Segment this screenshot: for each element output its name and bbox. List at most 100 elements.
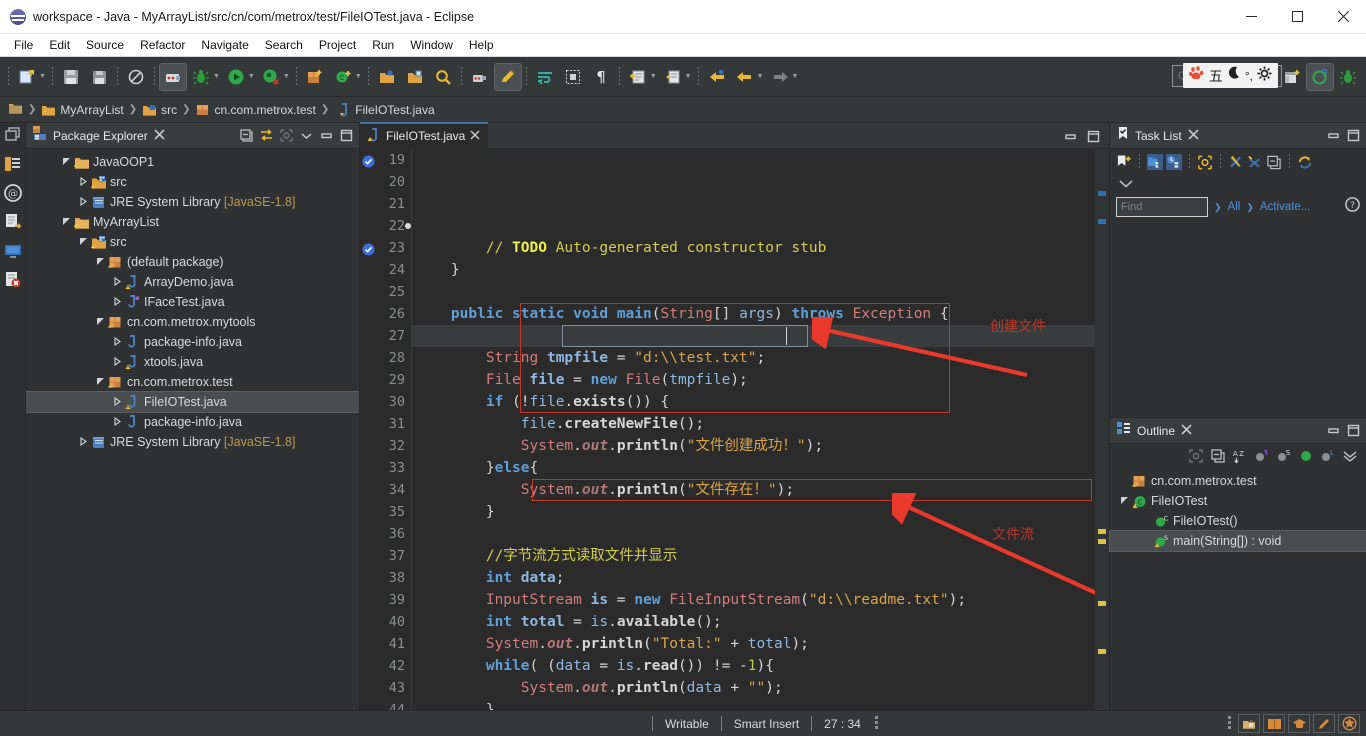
task-activate-link[interactable]: Activate... [1260, 201, 1311, 213]
line-number-22[interactable]: 22 [360, 215, 411, 237]
editor-overview-ruler[interactable] [1095, 149, 1109, 710]
tree-expand-arrow-icon[interactable] [1118, 496, 1131, 507]
tree-expand-arrow-icon[interactable] [94, 317, 107, 328]
lock-icon[interactable] [1238, 714, 1260, 733]
line-number-36[interactable]: 36 [360, 523, 411, 545]
filter-complete-icon[interactable] [1228, 154, 1244, 170]
filter-priority-icon[interactable] [1247, 154, 1263, 170]
previous-annotation-icon[interactable] [660, 64, 686, 90]
overview-marker-todo[interactable] [1098, 529, 1106, 534]
outline-item-main-string-void[interactable]: Smain(String[]) : void [1109, 530, 1366, 552]
pencil-icon[interactable] [1313, 714, 1335, 733]
maximize-editor-icon[interactable] [1085, 128, 1101, 144]
breadcrumb-root-icon[interactable] [8, 101, 23, 118]
hide-local-icon[interactable]: L [1320, 448, 1336, 464]
link-with-editor-icon[interactable] [258, 128, 274, 144]
edit-pencil-icon[interactable] [493, 62, 522, 91]
tree-item-jre-system-library[interactable]: JRE System Library [JavaSE-1.8] [26, 432, 359, 452]
external-tools-icon[interactable] [158, 62, 187, 91]
line-number-28[interactable]: 28 [360, 347, 411, 369]
status-drag-handle[interactable] [874, 716, 878, 731]
code-line-40[interactable]: } [416, 699, 1095, 710]
open-type-icon[interactable] [374, 64, 400, 90]
overview-marker-todo[interactable] [1098, 601, 1106, 606]
maximize-icon[interactable] [338, 128, 354, 144]
tree-item-arraydemo-java[interactable]: ArrayDemo.java [26, 272, 359, 292]
tree-expand-arrow-icon[interactable] [111, 416, 124, 428]
line-number-25[interactable]: 25 [360, 281, 411, 303]
tree-item-myarraylist[interactable]: MyArrayList [26, 212, 359, 232]
menu-item-edit[interactable]: Edit [41, 36, 78, 54]
forward-history-icon[interactable] [732, 64, 758, 90]
line-number-29[interactable]: 29 [360, 369, 411, 391]
line-number-41[interactable]: 41 [360, 633, 411, 655]
java-perspective-icon[interactable] [1306, 63, 1334, 91]
breadcrumb-item-project[interactable]: MyArrayList [41, 103, 124, 117]
tree-expand-arrow-icon[interactable] [111, 276, 124, 288]
run-dropdown-icon[interactable]: ▼ [248, 73, 255, 80]
minimize-button[interactable] [1228, 0, 1274, 34]
tree-item-default-package[interactable]: (default package) [26, 252, 359, 272]
package-explorer-tree[interactable]: JavaOOP1 src JRE System Library [JavaSE-1.… [26, 149, 359, 710]
tree-expand-arrow-icon[interactable] [60, 217, 73, 228]
new-class-dropdown-icon[interactable]: ▼ [355, 73, 362, 80]
line-number-34[interactable]: 34 [360, 479, 411, 501]
line-number-30[interactable]: 30 [360, 391, 411, 413]
tree-item-cn-com-metrox-test[interactable]: cn.com.metrox.test [26, 372, 359, 392]
code-line-19[interactable]: // TODO Auto-generated constructor stub [416, 237, 1095, 259]
line-number-26[interactable]: 26 [360, 303, 411, 325]
menu-item-window[interactable]: Window [402, 36, 461, 54]
minimize-icon[interactable] [1325, 423, 1341, 439]
code-line-27[interactable]: file.createNewFile(); [416, 413, 1095, 435]
tree-item-javaoop1[interactable]: JavaOOP1 [26, 152, 359, 172]
line-number-38[interactable]: 38 [360, 567, 411, 589]
code-line-29[interactable]: }else{ [416, 457, 1095, 479]
no-edit-icon[interactable] [123, 64, 149, 90]
tree-item-jre-system-library[interactable]: JRE System Library [JavaSE-1.8] [26, 192, 359, 212]
tree-expand-arrow-icon[interactable] [111, 296, 124, 308]
search-icon[interactable] [430, 64, 456, 90]
problems-icon[interactable] [3, 270, 23, 290]
sort-icon[interactable]: AZ [1232, 448, 1248, 464]
help-icon[interactable]: ? [1345, 197, 1360, 217]
code-line-28[interactable]: System.out.println("文件创建成功！"); [416, 435, 1095, 457]
run-icon[interactable] [223, 64, 249, 90]
overview-marker-bookmark[interactable] [1098, 219, 1106, 224]
code-line-36[interactable]: int total = is.available(); [416, 611, 1095, 633]
line-number-37[interactable]: 37 [360, 545, 411, 567]
overview-marker-bookmark[interactable] [1098, 191, 1106, 196]
editor-line-number-gutter[interactable]: 19 20 21 22 23 24 25 26 27 28 29 30 31 32 33 34 35 36 37 3… [360, 149, 412, 710]
degree-icon[interactable]: °, [1245, 69, 1253, 83]
moon-icon[interactable] [1227, 66, 1241, 85]
restore-icon[interactable] [3, 125, 23, 145]
line-number-31[interactable]: 31 [360, 413, 411, 435]
coverage-dropdown-icon[interactable]: ▼ [283, 73, 290, 80]
line-number-42[interactable]: 42 [360, 655, 411, 677]
maximize-icon[interactable] [1345, 128, 1361, 144]
menu-item-search[interactable]: Search [257, 36, 311, 54]
focus-icon[interactable] [1188, 448, 1204, 464]
code-line-21[interactable] [416, 281, 1095, 303]
console-icon[interactable] [3, 241, 23, 261]
tree-expand-arrow-icon[interactable] [111, 336, 124, 348]
minimize-icon[interactable] [318, 128, 334, 144]
line-number-21[interactable]: 21 [360, 193, 411, 215]
tree-expand-arrow-icon[interactable] [111, 396, 124, 408]
debug-perspective-icon[interactable] [1335, 64, 1361, 90]
menu-item-project[interactable]: Project [311, 36, 364, 54]
hide-nonpublic-icon[interactable] [1298, 448, 1314, 464]
annotation-dropdown-icon[interactable]: ▼ [650, 73, 657, 80]
collapse-all-icon[interactable] [1266, 154, 1282, 170]
book-icon[interactable] [1263, 714, 1285, 733]
show-whitespace-icon[interactable]: ¶ [588, 64, 614, 90]
collapse-all-icon[interactable] [238, 128, 254, 144]
previous-annotation-dropdown-icon[interactable]: ▼ [685, 73, 692, 80]
package-explorer-icon[interactable] [3, 154, 23, 174]
overview-marker-todo[interactable] [1098, 649, 1106, 654]
breadcrumb-item-file[interactable]: FileIOTest.java [338, 103, 435, 117]
tree-item-package-info-java[interactable]: package-info.java [26, 332, 359, 352]
javadoc-icon[interactable]: @ [3, 183, 23, 203]
new-wizard-dropdown-icon[interactable]: ▼ [39, 73, 46, 80]
new-wizard-icon[interactable] [14, 64, 40, 90]
tree-item-package-info-java[interactable]: package-info.java [26, 412, 359, 432]
